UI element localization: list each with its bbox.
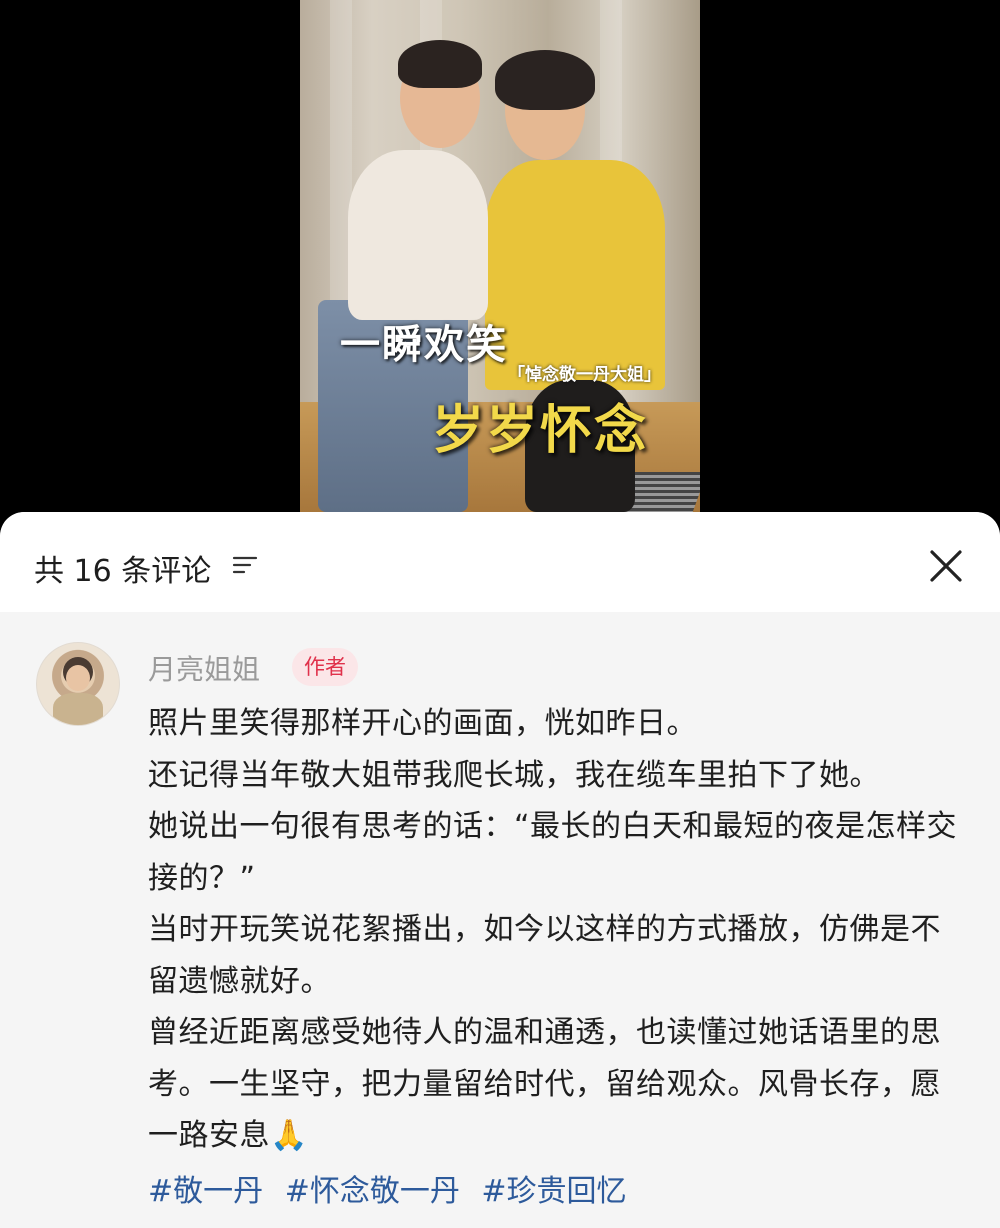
close-x-icon[interactable] — [924, 544, 968, 588]
hashtag-row: #敬一丹 #怀念敬一丹 #珍贵回忆 — [148, 1172, 639, 1212]
video-frame[interactable]: 一瞬欢笑 「悼念敬一丹大姐」 岁岁怀念 — [300, 0, 700, 512]
comments-header: 共 16 条评论 — [0, 512, 1000, 612]
hashtag[interactable]: #怀念敬一丹 — [285, 1174, 460, 1209]
comment-line: 她说出一句很有思考的话：“最长的白天和最短的夜是怎样交接的？” — [148, 809, 958, 896]
hashtag[interactable]: #珍贵回忆 — [481, 1174, 626, 1209]
comments-sheet: 共 16 条评论 月亮姐姐 作者 照片里笑得那样开心的画面，恍如昨日。 还记得当… — [0, 512, 1000, 1228]
avatar-shirt — [53, 693, 103, 725]
sort-lines-icon[interactable] — [232, 555, 258, 575]
comment-line-last: 曾经近距离感受她待人的温和通透，也读懂过她话语里的思考。一生坚守，把力量留给时代… — [148, 1007, 968, 1162]
author-badge: 作者 — [292, 648, 358, 686]
comment-username[interactable]: 月亮姐姐 — [148, 648, 260, 688]
person-right-shirt — [485, 160, 665, 390]
person-left-shirt — [348, 150, 488, 320]
avatar[interactable] — [36, 642, 120, 726]
video-area[interactable]: 一瞬欢笑 「悼念敬一丹大姐」 岁岁怀念 — [0, 0, 1000, 530]
comment-line: 还记得当年敬大姐带我爬长城，我在缆车里拍下了她。 — [148, 757, 880, 793]
video-caption-sub: 「悼念敬一丹大姐」 — [508, 365, 661, 385]
video-caption-large: 岁岁怀念 — [432, 400, 649, 461]
comment-count-title: 共 16 条评论 — [34, 554, 212, 589]
hashtag[interactable]: #敬一丹 — [148, 1174, 263, 1209]
comment-line-text: 曾经近距离感受她待人的温和通透，也读懂过她话语里的思考。一生坚守，把力量留给时代… — [148, 1015, 941, 1153]
comment-line: 照片里笑得那样开心的画面，恍如昨日。 — [148, 706, 697, 741]
video-caption-main: 一瞬欢笑 — [340, 321, 508, 368]
praying-hands-icon: 🙏 — [270, 1118, 308, 1153]
avatar-face — [66, 665, 90, 691]
person-left-hair — [398, 40, 482, 88]
person-right-hair — [495, 50, 595, 110]
comment-line: 当时开玩笑说花絮播出，如今以这样的方式播放，仿佛是不留遗憾就好。 — [148, 912, 941, 999]
comment-text: 照片里笑得那样开心的画面，恍如昨日。 还记得当年敬大姐带我爬长城，我在缆车里拍下… — [148, 698, 968, 1162]
